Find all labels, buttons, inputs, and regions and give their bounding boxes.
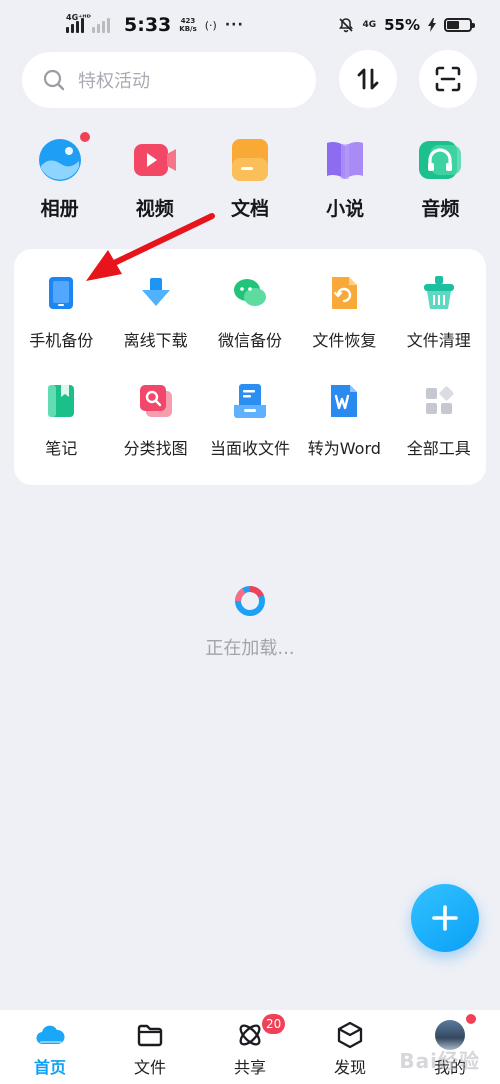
network-speed-value: 423 [180,17,196,25]
category-document[interactable]: 文档 [202,136,297,221]
category-label: 音频 [421,198,460,220]
tools-grid: 手机备份 离线下载 微信备份 文件恢复 文件清理 笔记 分类找图 当面收文件 转… [14,273,486,459]
loading-text: 正在加载... [205,638,295,659]
category-novel[interactable]: 小说 [298,136,393,221]
plus-icon [432,905,458,931]
profile-new-dot [466,1014,476,1024]
category-audio[interactable]: 音频 [393,136,488,221]
mute-bell-icon [339,18,354,33]
tool-image-search[interactable]: 分类找图 [108,381,202,459]
status-bar-left: 4G⁺ᴴᴰ 5:33 423 KB/s (·) ··· [66,13,244,36]
search-icon [43,69,65,91]
network-type-label: 4G⁺ᴴᴰ [66,13,91,22]
battery-fill [447,21,460,29]
tool-all-tools[interactable]: 全部工具 [392,381,486,459]
tool-label: 文件清理 [406,331,471,350]
loading-indicator: 正在加载... [0,584,500,660]
home-cloud-icon [36,1025,65,1045]
nav-label: 共享 [233,1058,266,1077]
tool-label: 当面收文件 [209,439,290,458]
status-bar-right: 4G 55% [338,16,475,34]
new-dot [80,132,90,142]
status-bar: 4G⁺ᴴᴰ 5:33 423 KB/s (·) ··· 4G 55% [0,0,500,54]
tool-offline-download[interactable]: 离线下载 [108,273,202,351]
phone-backup-icon [49,277,74,309]
watermark: Bai经验 [399,1049,480,1073]
tool-receive-file[interactable]: 当面收文件 [203,381,297,459]
tool-label: 笔记 [45,439,78,458]
tool-label: 分类找图 [123,439,188,458]
nav-discover[interactable]: 发现 [300,1010,400,1084]
share-badge: 20 [262,1014,286,1034]
battery-percent: 55% [384,16,420,34]
novel-book-icon [327,142,364,179]
scan-icon [435,66,461,92]
category-row: 相册 视频 文档 小说 音频 [12,132,488,221]
all-tools-icon [425,386,454,414]
word-convert-icon [331,385,358,417]
tool-label: 全部工具 [406,439,471,458]
file-clean-icon [423,276,454,309]
image-search-icon [139,385,172,417]
nav-share[interactable]: 20 共享 [200,1010,300,1084]
tool-label: 微信备份 [217,331,282,350]
category-label: 小说 [326,198,365,220]
tool-word-convert[interactable]: 转为Word [297,381,391,459]
folder-icon [137,1024,163,1047]
wechat-backup-icon [233,279,266,306]
charging-icon [428,18,436,32]
network-speed-unit: KB/s [179,25,197,33]
scan-button[interactable] [419,50,477,108]
tool-label: 转为Word [307,439,381,458]
tools-card: 手机备份 离线下载 微信备份 文件恢复 文件清理 笔记 分类找图 当面收文件 转… [14,249,486,485]
more-status-icon: ··· [224,17,244,33]
nav-label: 文件 [133,1058,166,1077]
tool-label: 手机备份 [29,331,94,350]
file-restore-icon [332,277,358,309]
category-photo-album[interactable]: 相册 [12,132,107,221]
search-bar[interactable]: 特权活动 [22,52,316,108]
tool-file-restore[interactable]: 文件恢复 [297,273,391,351]
tool-notes[interactable]: 笔记 [14,381,108,459]
tool-wechat-backup[interactable]: 微信备份 [203,273,297,351]
category-label: 文档 [230,198,269,220]
signal-strength-icon: 4G⁺ᴴᴰ [66,13,91,33]
notes-icon [48,385,75,417]
signal-strength-2-icon [92,17,110,33]
transfer-button[interactable] [339,50,397,108]
loading-spinner-icon [235,585,265,616]
video-icon [133,144,176,176]
receive-file-icon [233,384,266,418]
tool-label: 离线下载 [123,331,188,350]
tool-file-clean[interactable]: 文件清理 [392,273,486,351]
status-time: 5:33 [124,14,172,36]
discover-cube-icon [337,1021,363,1049]
nav-label: 发现 [333,1058,366,1077]
battery-icon [444,18,475,32]
document-icon [231,139,268,181]
category-video[interactable]: 视频 [107,136,202,221]
add-fab-button[interactable] [411,884,479,952]
nav-files[interactable]: 文件 [100,1010,200,1084]
tool-phone-backup[interactable]: 手机备份 [14,273,108,351]
bottom-nav: 首页 文件 20 共享 发现 我的 Bai经验 [0,1010,500,1084]
transfer-updown-icon [357,68,379,90]
audio-headphone-icon [419,141,462,179]
nav-label: 首页 [33,1058,66,1077]
share-atom-icon [239,1024,261,1046]
search-placeholder: 特权活动 [78,71,150,92]
network-speed: 423 KB/s [179,17,196,33]
network-4g-icon: 4G [362,20,377,30]
category-label: 视频 [135,198,174,220]
offline-download-icon [141,278,170,306]
photo-album-icon [38,139,81,181]
hotspot-icon: (·) [204,18,217,32]
nav-home[interactable]: 首页 [0,1010,100,1084]
category-label: 相册 [40,198,79,220]
tool-label: 文件恢复 [312,331,377,350]
